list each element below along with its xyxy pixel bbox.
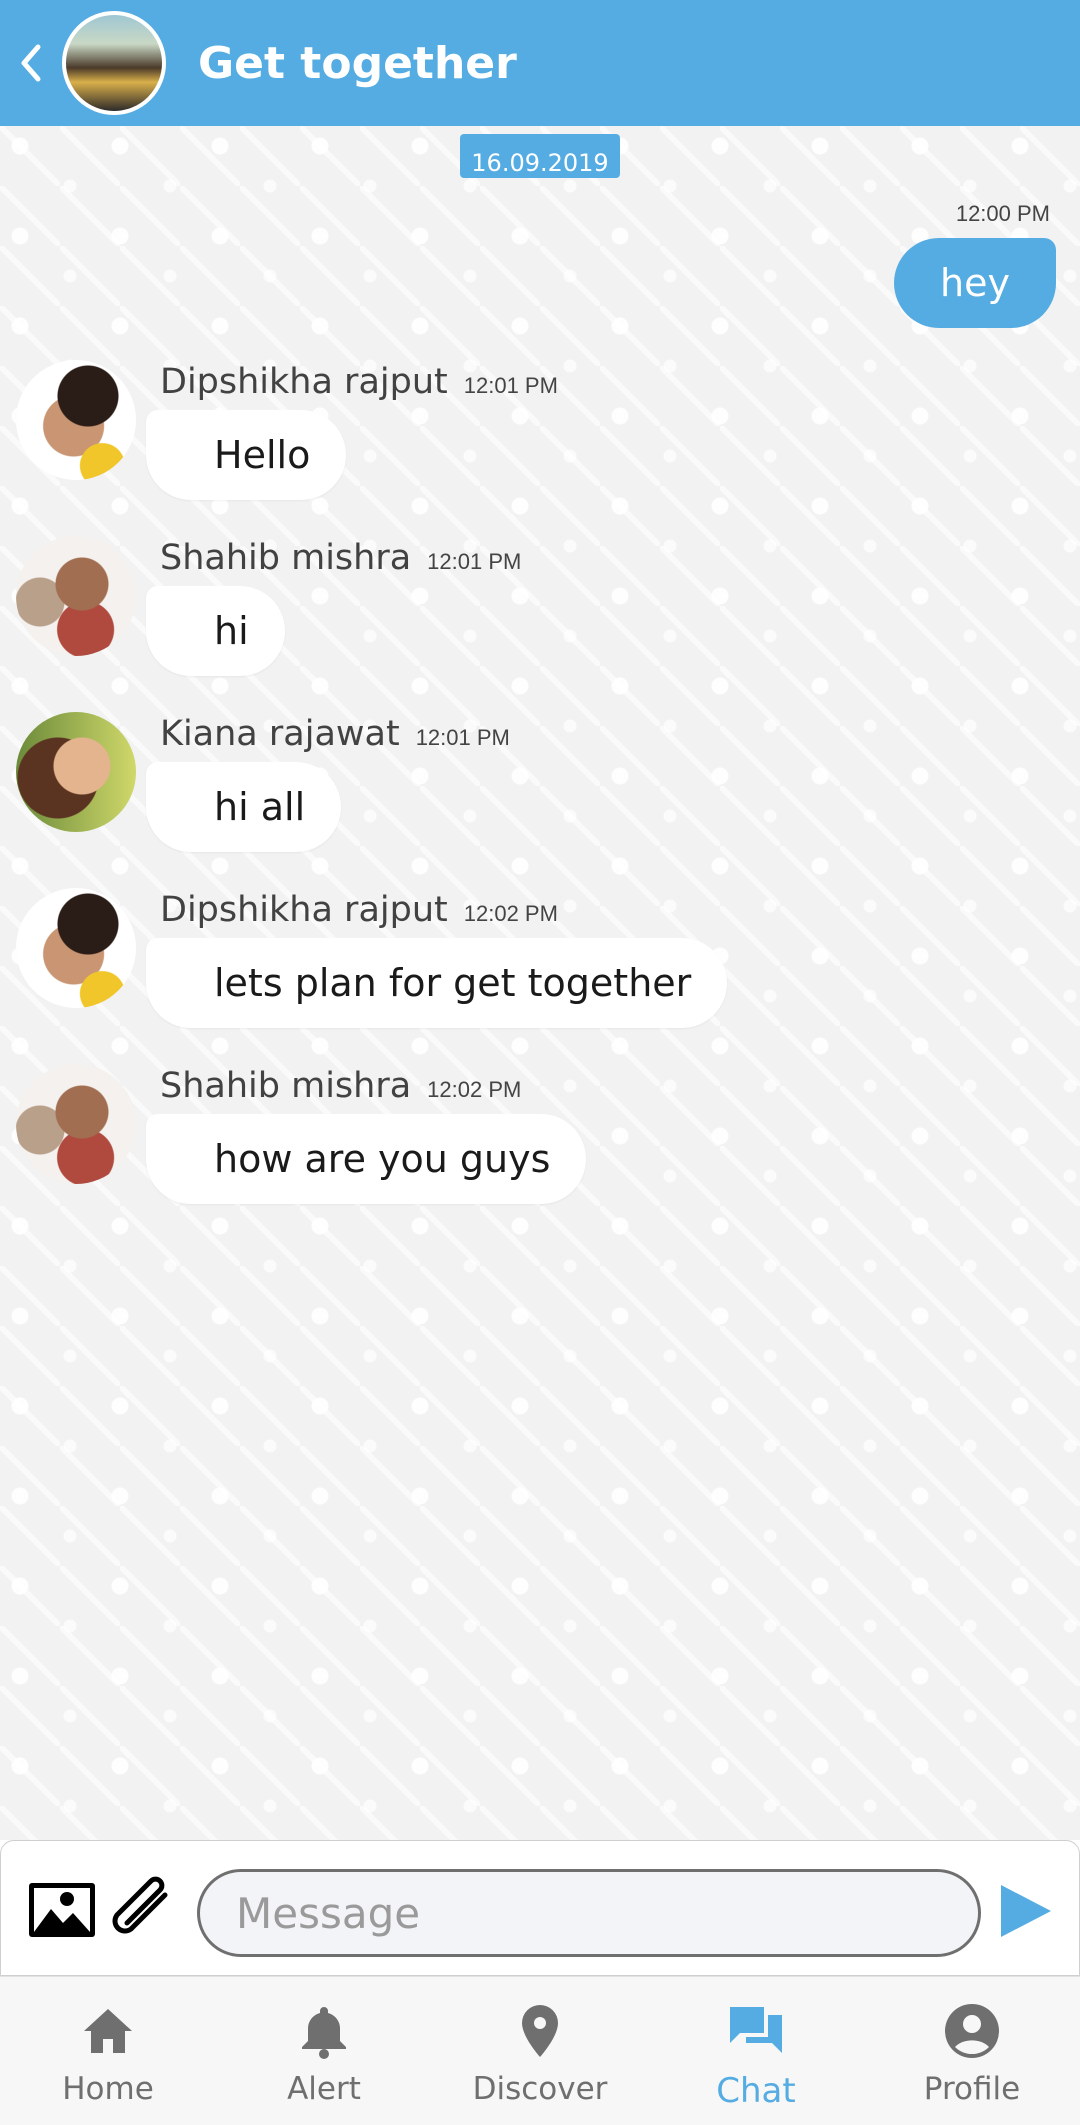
home-icon <box>84 2009 132 2053</box>
nav-item-home[interactable]: Home <box>0 1977 216 2125</box>
message-bubble[interactable]: how are you guys <box>146 1114 587 1204</box>
avatar[interactable] <box>16 1064 136 1184</box>
message-time: 12:01 PM <box>463 373 558 398</box>
nav-item-profile[interactable]: Profile <box>864 1977 1080 2125</box>
message-composer <box>0 1840 1080 1976</box>
date-chip: 16.09.2019 <box>460 134 620 178</box>
chat-messages-area[interactable]: 16.09.2019 12:00 PM hey Dipshikha rajput… <box>0 126 1080 1840</box>
nav-label: Discover <box>472 2071 608 2107</box>
message-bubble[interactable]: hi all <box>146 762 342 852</box>
message-bubble[interactable]: lets plan for get together <box>146 938 728 1028</box>
message-item: Dipshikha rajput 12:01 PM Hello <box>0 360 1080 530</box>
page-title: Get together <box>198 37 517 89</box>
sender-name: Shahib mishra <box>160 538 412 578</box>
bottom-nav: Home Alert Discover Chat Profile <box>0 1976 1080 2125</box>
avatar[interactable] <box>16 536 136 656</box>
send-button[interactable] <box>997 1881 1053 1941</box>
my-message-time: 12:00 PM <box>955 201 1050 226</box>
image-button[interactable] <box>27 1881 97 1939</box>
nav-item-alert[interactable]: Alert <box>216 1977 432 2125</box>
paperclip-icon <box>112 1876 168 1934</box>
avatar[interactable] <box>16 888 136 1008</box>
message-item: Kiana rajawat 12:01 PM hi all <box>0 712 1080 882</box>
message-time: 12:02 PM <box>427 1077 522 1102</box>
send-icon <box>1001 1885 1051 1937</box>
nav-label: Profile <box>923 2071 1021 2107</box>
avatar[interactable] <box>16 712 136 832</box>
bell-icon <box>302 2007 346 2059</box>
sender-name: Dipshikha rajput <box>160 362 448 402</box>
nav-item-chat[interactable]: Chat <box>648 1977 864 2125</box>
group-avatar[interactable] <box>62 11 166 115</box>
image-icon <box>29 1883 95 1937</box>
message-item: Shahib mishra 12:01 PM hi <box>0 536 1080 706</box>
message-time: 12:01 PM <box>427 549 522 574</box>
chevron-left-icon <box>21 44 41 82</box>
chat-icon <box>730 2007 782 2053</box>
profile-icon <box>945 2004 999 2058</box>
sender-name: Shahib mishra <box>160 1066 412 1106</box>
back-button[interactable] <box>0 0 60 126</box>
nav-item-discover[interactable]: Discover <box>432 1977 648 2125</box>
message-item: Shahib mishra 12:02 PM how are you guys <box>0 1064 1080 1234</box>
sender-name: Dipshikha rajput <box>160 890 448 930</box>
attach-button[interactable] <box>105 1875 179 1945</box>
message-bubble[interactable]: Hello <box>146 410 347 500</box>
message-time: 12:01 PM <box>415 725 510 750</box>
avatar[interactable] <box>16 360 136 480</box>
nav-label: Chat <box>716 2071 796 2111</box>
location-pin-icon <box>522 2005 558 2057</box>
message-bubble[interactable]: hi <box>146 586 285 676</box>
message-input[interactable] <box>197 1869 981 1957</box>
chat-header: Get together <box>0 0 1080 126</box>
my-message-bubble[interactable]: hey <box>894 238 1056 328</box>
message-time: 12:02 PM <box>463 901 558 926</box>
sender-name: Kiana rajawat <box>160 714 400 754</box>
nav-label: Home <box>62 2071 154 2107</box>
message-item: Dipshikha rajput 12:02 PM lets plan for … <box>0 888 1080 1058</box>
nav-label: Alert <box>287 2071 361 2107</box>
